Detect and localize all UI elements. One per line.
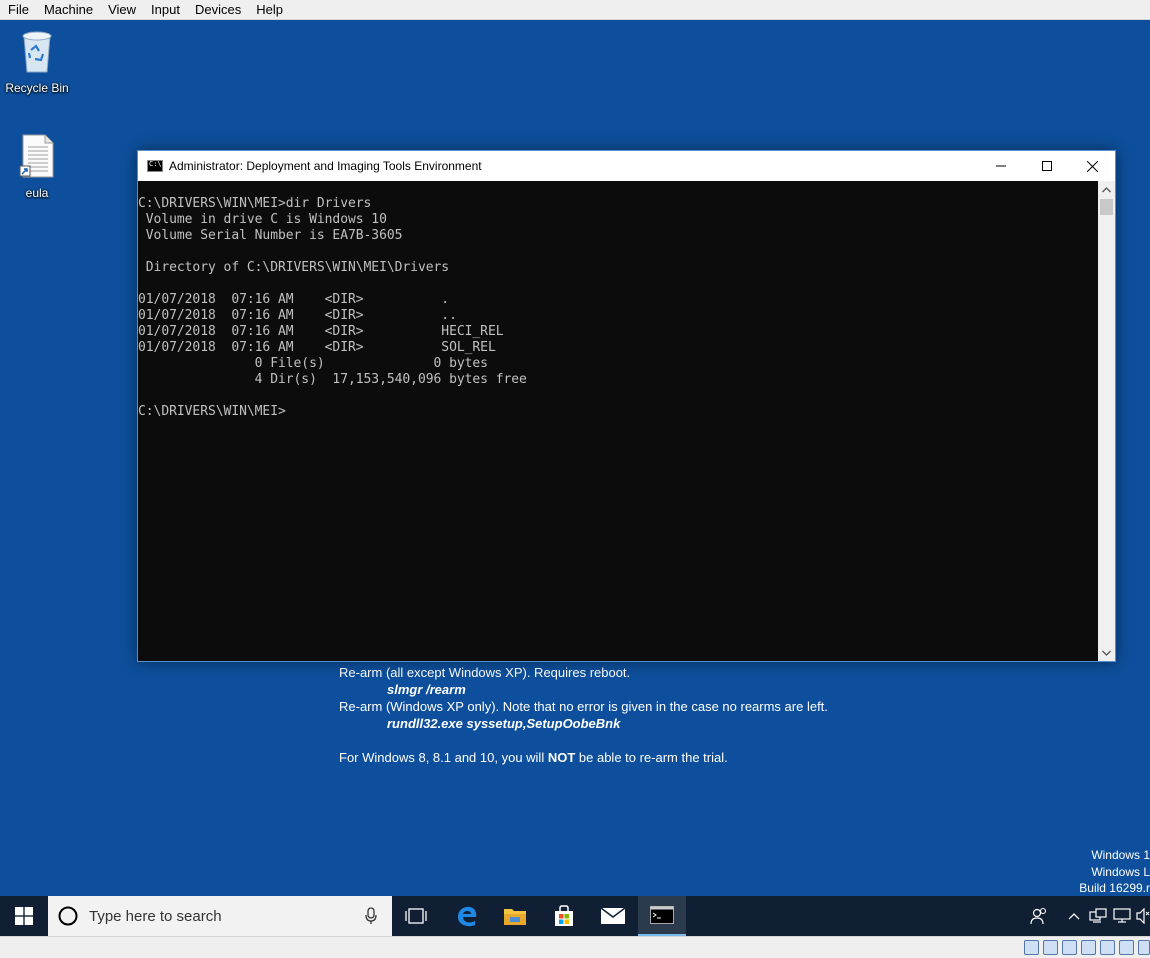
- menu-input[interactable]: Input: [143, 0, 187, 20]
- eula-text-rearm-xp: Re-arm (Windows XP only). Note that no e…: [339, 699, 828, 714]
- menu-machine[interactable]: Machine: [36, 0, 100, 20]
- store-icon: [555, 905, 573, 926]
- command-prompt-button[interactable]: [638, 896, 686, 936]
- file-explorer-icon: [504, 909, 526, 925]
- recycle-bin-label: Recycle Bin: [5, 81, 69, 95]
- eula-text-cmd-slmgr: slmgr /rearm: [387, 682, 466, 697]
- show-hidden-icons-button[interactable]: [1064, 896, 1084, 936]
- edge-button[interactable]: [443, 896, 491, 936]
- console-line: 0 File(s) 0 bytes: [138, 356, 488, 371]
- console-line: Volume in drive C is Windows 10: [138, 212, 387, 227]
- console-output[interactable]: C:\DRIVERS\WIN\MEI>dir Drivers Volume in…: [138, 181, 1098, 661]
- optical-drive-status-icon[interactable]: [1043, 940, 1058, 955]
- text-document-shortcut-icon: [19, 134, 54, 178]
- eula-label: eula: [25, 186, 49, 200]
- volume-button[interactable]: [1135, 896, 1150, 936]
- cortana-icon: [58, 906, 78, 926]
- search-placeholder: Type here to search: [89, 907, 222, 925]
- start-button[interactable]: [0, 896, 48, 936]
- maximize-icon: [1042, 161, 1052, 171]
- note-bold: NOT: [547, 750, 576, 765]
- menu-help[interactable]: Help: [248, 0, 290, 20]
- hard-disk-status-icon[interactable]: [1024, 940, 1039, 955]
- maximize-button[interactable]: [1024, 151, 1070, 181]
- minimize-button[interactable]: [978, 151, 1024, 181]
- console-line: Volume Serial Number is EA7B-3605: [138, 228, 403, 243]
- file-explorer-button[interactable]: [491, 896, 539, 936]
- network-status-icon[interactable]: [1062, 940, 1077, 955]
- console-scrollbar[interactable]: [1098, 181, 1115, 661]
- console-window[interactable]: Administrator: Deployment and Imaging To…: [137, 150, 1116, 662]
- host-menubar: File Machine View Input Devices Help: [0, 0, 1150, 20]
- task-view-icon: [405, 908, 427, 924]
- shared-folders-status-icon[interactable]: [1100, 940, 1115, 955]
- note-suffix: be able to re-arm the trial.: [575, 750, 728, 765]
- scroll-thumb[interactable]: [1100, 199, 1113, 215]
- watermark-line-2: Windows L: [1091, 865, 1150, 879]
- eula-text-cmd-rundll: rundll32.exe syssetup,SetupOobeBnk: [387, 716, 621, 731]
- console-line: 4 Dir(s) 17,153,540,096 bytes free: [138, 372, 527, 387]
- console-line: 01/07/2018 07:16 AM <DIR> SOL_REL: [138, 340, 496, 355]
- display-button[interactable]: [1112, 896, 1132, 936]
- command-prompt-icon: [650, 906, 674, 924]
- menu-devices[interactable]: Devices: [187, 0, 248, 20]
- eula-text-note: For Windows 8, 8.1 and 10, you will NOT …: [339, 750, 728, 765]
- recycle-bin-icon: [22, 31, 52, 73]
- chevron-up-icon: [1102, 186, 1111, 192]
- host-statusbar: [0, 936, 1150, 958]
- scroll-down-button[interactable]: [1098, 644, 1115, 661]
- console-line: 01/07/2018 07:16 AM <DIR> ..: [138, 308, 457, 323]
- console-prompt-line[interactable]: C:\DRIVERS\WIN\MEI>: [138, 404, 1098, 420]
- mail-button[interactable]: [589, 896, 637, 936]
- monitor-icon: [1113, 908, 1131, 923]
- capture-status-icon[interactable]: [1138, 940, 1150, 955]
- console-title: Administrator: Deployment and Imaging To…: [169, 159, 482, 173]
- chevron-up-icon: [1068, 913, 1080, 920]
- display-status-icon[interactable]: [1119, 940, 1134, 955]
- close-icon: [1086, 160, 1098, 172]
- usb-status-icon[interactable]: [1081, 940, 1096, 955]
- taskbar-search-box[interactable]: Type here to search: [48, 896, 392, 936]
- console-line: C:\DRIVERS\WIN\MEI>dir Drivers: [138, 196, 372, 211]
- desktop-icon-recycle-bin[interactable]: Recycle Bin: [1, 28, 73, 95]
- microphone-icon[interactable]: [365, 907, 377, 925]
- taskbar: Type here to search: [0, 896, 1150, 936]
- desktop-icon-eula[interactable]: eula: [1, 133, 73, 200]
- eula-text-rearm-all: Re-arm (all except Windows XP). Requires…: [339, 665, 631, 680]
- store-button[interactable]: [540, 896, 588, 936]
- console-titlebar[interactable]: Administrator: Deployment and Imaging To…: [138, 151, 1115, 181]
- watermark-line-3: Build 16299.r: [1079, 881, 1150, 895]
- people-button[interactable]: [1027, 896, 1051, 936]
- close-button[interactable]: [1069, 151, 1115, 181]
- console-icon: [147, 160, 163, 172]
- note-prefix: For Windows 8, 8.1 and 10, you will: [339, 750, 548, 765]
- windows-logo-icon: [15, 907, 33, 925]
- chevron-down-icon: [1102, 650, 1111, 656]
- menu-view[interactable]: View: [100, 0, 143, 20]
- network-button[interactable]: [1088, 896, 1108, 936]
- console-line: Directory of C:\DRIVERS\WIN\MEI\Drivers: [138, 260, 450, 275]
- mail-icon: [600, 907, 626, 924]
- menu-file[interactable]: File: [0, 0, 36, 20]
- task-view-button[interactable]: [392, 896, 440, 936]
- network-icon: [1089, 908, 1107, 923]
- watermark-line-1: Windows 1: [1091, 848, 1150, 862]
- scroll-up-button[interactable]: [1098, 181, 1115, 198]
- edge-icon: [458, 906, 477, 927]
- console-line: 01/07/2018 07:16 AM <DIR> HECI_REL: [138, 324, 504, 339]
- console-line: 01/07/2018 07:16 AM <DIR> .: [138, 292, 450, 307]
- minimize-icon: [996, 165, 1006, 167]
- people-icon: [1030, 907, 1047, 925]
- volume-icon: [1135, 908, 1149, 924]
